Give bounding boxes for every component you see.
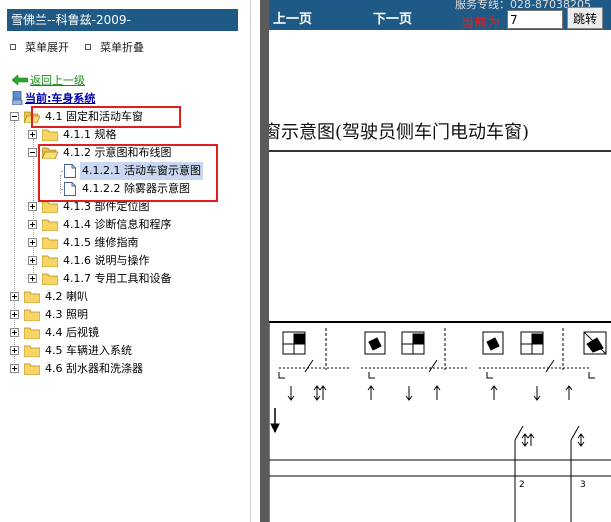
viewer-toolbar: 服务专线：028-87038205 上一页 下一页 当前为 跳转 [269,0,611,31]
folder-icon [23,363,41,376]
expand-node-icon[interactable] [10,310,19,319]
tree-item-label: 4.1.4 诊断信息和程序 [63,218,172,231]
tree-item[interactable]: 4.2 喇叭 [0,288,250,306]
tree-item[interactable]: 4.3 照明 [0,306,250,324]
tree-item-label: 4.5 车辆进入系统 [45,344,132,357]
folder-icon [41,201,59,214]
expand-icon [10,44,16,50]
tree-item-label: 4.1.6 说明与操作 [63,254,150,267]
tree-item[interactable]: 4.1.7 专用工具和设备 [0,270,250,288]
expand-node-icon[interactable] [10,292,19,301]
splitter[interactable] [250,0,260,522]
tree-item-label: 4.1.7 专用工具和设备 [63,272,172,285]
expand-node-icon[interactable] [28,274,37,283]
collapse-icon [85,44,91,50]
tree-item-label: 4.6 刮水器和洗涤器 [45,362,143,375]
expand-node-icon[interactable] [28,220,37,229]
folder-icon [23,327,41,340]
tree-item-label: 4.1.5 维修指南 [63,236,139,249]
title-divider [269,150,611,152]
folder-icon [41,219,59,232]
expand-menu-button[interactable]: 菜单展开 [10,39,69,55]
tree-item[interactable]: 4.5 车辆进入系统 [0,342,250,360]
prev-page-button[interactable]: 上一页 [273,8,312,27]
wire-label-2: 2 [519,480,525,490]
expand-node-icon[interactable] [10,346,19,355]
collapse-node-icon[interactable] [10,112,19,121]
highlight-box-subsection [38,144,218,202]
expand-node-icon[interactable] [10,364,19,373]
highlight-box-section [31,106,181,128]
tree-item[interactable]: 4.1.6 说明与操作 [0,252,250,270]
folder-icon [41,237,59,250]
tree-item[interactable]: 4.6 刮水器和洗涤器 [0,360,250,378]
next-page-button[interactable]: 下一页 [373,8,412,27]
wiring-diagram [269,321,611,522]
back-link[interactable]: 返回上一级 [12,72,85,88]
computer-icon [12,91,23,105]
folder-icon [23,309,41,322]
expand-node-icon[interactable] [28,202,37,211]
current-page-label: 当前为 [461,16,501,31]
expand-node-icon[interactable] [28,130,37,139]
tree-item[interactable]: 4.4 后视镜 [0,324,250,342]
jump-button[interactable]: 跳转 [567,7,603,29]
tree-item-label: 4.3 照明 [45,308,88,321]
folder-icon [23,291,41,304]
tree-item-label: 4.1.1 规格 [63,128,117,141]
left-tree-panel: 雪佛兰--科鲁兹-2009- 菜单展开 菜单折叠 返回上一级 当前:车身系统 4… [0,0,250,522]
window-switch-group-3 [482,328,607,370]
folder-icon [23,345,41,358]
splitter-bar[interactable] [260,0,269,522]
window-switch-group-2 [364,328,446,370]
current-section-link[interactable]: 当前:车身系统 [12,90,95,106]
page-number-input[interactable] [507,10,563,29]
expand-menu-label: 菜单展开 [25,41,69,54]
wire-label-3: 3 [580,480,586,490]
expand-node-icon[interactable] [10,328,19,337]
back-link-label: 返回上一级 [30,74,85,87]
tree-item[interactable]: 4.1.4 诊断信息和程序 [0,216,250,234]
collapse-menu-button[interactable]: 菜单折叠 [85,39,144,55]
window-switch-group-1 [282,328,327,370]
expand-node-icon[interactable] [28,238,37,247]
tree-item-label: 4.4 后视镜 [45,326,99,339]
document-viewer: 服务专线：028-87038205 上一页 下一页 当前为 跳转 窗示意图(驾驶… [269,0,611,522]
folder-icon [41,273,59,286]
panel-title: 雪佛兰--科鲁兹-2009- [7,9,238,31]
collapse-node-icon[interactable] [28,148,37,157]
diagram-title: 窗示意图(驾驶员侧车门电动车窗) [269,122,530,143]
expand-node-icon[interactable] [28,256,37,265]
collapse-menu-label: 菜单折叠 [100,41,144,54]
tree-item[interactable]: 4.1.1 规格 [0,126,250,144]
back-arrow-icon [12,75,28,85]
folder-icon [41,255,59,268]
tree-item[interactable]: 4.1.5 维修指南 [0,234,250,252]
current-section-label: 当前:车身系统 [25,92,96,105]
folder-icon [41,129,59,142]
tree-item-label: 4.2 喇叭 [45,290,88,303]
